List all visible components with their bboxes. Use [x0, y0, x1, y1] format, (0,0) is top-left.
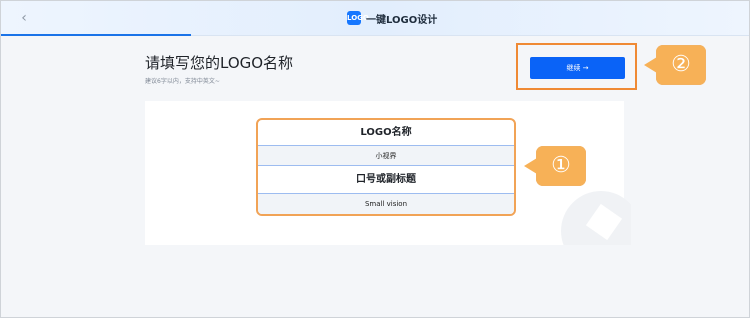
app-brand: LOGO 一键LOGO设计 — [347, 10, 437, 26]
back-arrow-icon[interactable]: ‹ — [15, 9, 33, 27]
slogan-input[interactable]: Small vision — [258, 193, 514, 214]
app-title: 一键LOGO设计 — [366, 14, 438, 26]
logo-fields-box: LOGO名称 小视界 口号或副标题 Small vision — [256, 118, 516, 216]
top-bar: ‹ LOGO 一键LOGO设计 — [1, 1, 749, 36]
step-progress-bar — [1, 34, 191, 36]
callout-badge-1: ① — [524, 146, 586, 186]
page-title: 请填写您的LOGO名称 — [145, 54, 294, 72]
app-window: ‹ LOGO 一键LOGO设计 请填写您的LOGO名称 建议6字以内，支持中英文… — [0, 0, 750, 318]
callout-number: ① — [551, 153, 571, 178]
logo-name-label: LOGO名称 — [360, 127, 412, 138]
slogan-label: 口号或副标题 — [356, 174, 416, 185]
continue-button[interactable]: 继续 → — [530, 57, 625, 79]
page-hint: 建议6字以内，支持中英文~ — [145, 78, 220, 85]
callout-badge-2: ② — [644, 45, 706, 85]
watermark-decoration — [561, 181, 631, 245]
logo-name-input[interactable]: 小视界 — [258, 145, 514, 166]
app-logo-icon: LOGO — [347, 11, 369, 25]
callout-number: ② — [671, 52, 691, 77]
